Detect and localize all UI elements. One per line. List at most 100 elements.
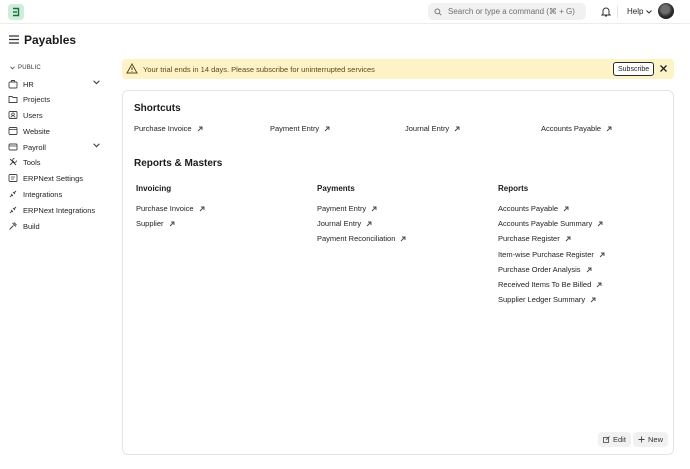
warning-icon <box>126 63 138 74</box>
notification-bell-icon[interactable] <box>601 6 611 17</box>
link-label: Payment Reconciliation <box>317 234 396 243</box>
plus-icon <box>638 436 645 443</box>
new-button[interactable]: New <box>633 432 669 447</box>
link-label: Accounts Payable Summary <box>498 219 593 228</box>
sidebar-item-label: Users <box>23 110 43 120</box>
link-label: Purchase Order Analysis <box>498 265 581 274</box>
column-title-invoicing: Invoicing <box>136 184 172 193</box>
link-label: Payment Entry <box>317 204 367 213</box>
reports-masters-title: Reports & Masters <box>134 158 223 169</box>
tools-icon <box>8 157 18 167</box>
user-avatar[interactable] <box>658 3 674 19</box>
sidebar-item-label: Tools <box>23 157 41 167</box>
link-label: Journal Entry <box>317 219 362 228</box>
sidebar-item-build[interactable]: Build <box>8 219 104 233</box>
website-icon <box>8 126 18 136</box>
trial-message: Your trial ends in 14 days. Please subsc… <box>143 65 375 74</box>
link-label: Received Items To Be Billed <box>498 280 592 289</box>
link-accounts-payable-summary[interactable]: Accounts Payable Summary <box>498 219 603 228</box>
shortcut-label: Journal Entry <box>405 124 450 133</box>
sidebar-item-tools[interactable]: Tools <box>8 155 104 169</box>
payroll-icon <box>8 142 18 152</box>
link-payment-reconciliation[interactable]: Payment Reconciliation <box>317 234 406 243</box>
hr-icon <box>8 79 18 89</box>
sidebar-item-hr[interactable]: HR <box>8 77 104 91</box>
app-logo[interactable] <box>8 4 24 20</box>
link-supplier-ledger-summary[interactable]: Supplier Ledger Summary <box>498 295 596 304</box>
chevron-down-icon[interactable] <box>93 143 100 148</box>
logo-mark-icon <box>13 7 20 17</box>
sidebar-item-website[interactable]: Website <box>8 124 104 138</box>
chevron-down-icon <box>10 66 15 70</box>
top-navbar: Search or type a command (⌘ + G) Help <box>0 0 690 24</box>
link-label: Accounts Payable <box>498 204 559 213</box>
chevron-down-icon[interactable] <box>93 80 100 85</box>
integrations-icon <box>8 189 18 199</box>
sidebar-section-public[interactable]: PUBLIC <box>10 65 41 71</box>
edit-label: Edit <box>613 435 626 444</box>
sidebar-item-users[interactable]: Users <box>8 108 104 122</box>
arrow-up-right-icon <box>586 267 591 272</box>
link-received-items-to-be-billed[interactable]: Received Items To Be Billed <box>498 280 602 289</box>
arrow-up-right-icon <box>366 221 372 226</box>
link-accounts-payable[interactable]: Accounts Payable <box>498 204 569 213</box>
sidebar-toggle-icon[interactable] <box>9 35 19 44</box>
sidebar-item-label: Projects <box>23 94 51 104</box>
link-label: Supplier <box>136 219 164 228</box>
arrow-up-right-icon <box>199 206 204 211</box>
help-menu[interactable]: Help <box>627 7 653 16</box>
link-purchase-order-analysis[interactable]: Purchase Order Analysis <box>498 265 592 274</box>
sidebar-item-payroll[interactable]: Payroll <box>8 140 104 154</box>
arrow-up-right-icon <box>597 221 603 226</box>
search-icon <box>434 7 442 16</box>
shortcut-payment-entry[interactable]: Payment Entry <box>270 124 330 133</box>
search-bar[interactable]: Search or type a command (⌘ + G) <box>428 3 586 20</box>
new-label: New <box>648 435 664 444</box>
link-purchase-register[interactable]: Purchase Register <box>498 234 571 243</box>
sidebar-item-erpnext-settings[interactable]: ERPNext Settings <box>8 171 104 185</box>
link-label: Item-wise Purchase Register <box>498 250 594 259</box>
users-icon <box>8 110 18 120</box>
sidebar-item-label: ERPNext Integrations <box>23 205 96 215</box>
trial-banner: Your trial ends in 14 days. Please subsc… <box>122 59 674 79</box>
column-title-reports: Reports <box>498 184 529 193</box>
arrow-up-right-icon <box>590 297 596 302</box>
link-item-wise-purchase-register[interactable]: Item-wise Purchase Register <box>498 250 605 259</box>
sidebar-item-erpnext-integrations[interactable]: ERPNext Integrations <box>8 203 104 217</box>
sidebar-item-label: Payroll <box>23 142 46 152</box>
shortcut-label: Payment Entry <box>270 124 320 133</box>
arrow-up-right-icon <box>401 236 406 241</box>
link-label: Purchase Register <box>498 234 560 243</box>
edit-icon <box>603 436 610 443</box>
shortcut-accounts-payable[interactable]: Accounts Payable <box>541 124 612 133</box>
sidebar-section-label: PUBLIC <box>18 65 41 71</box>
link-label: Supplier Ledger Summary <box>498 295 586 304</box>
arrow-up-right-icon <box>563 206 569 211</box>
sidebar-item-label: Integrations <box>23 189 63 199</box>
shortcut-label: Accounts Payable <box>541 124 602 133</box>
arrow-up-right-icon <box>197 126 202 131</box>
arrow-up-right-icon <box>454 126 460 131</box>
shortcut-purchase-invoice[interactable]: Purchase Invoice <box>134 124 203 133</box>
edit-button[interactable]: Edit <box>598 432 631 447</box>
close-icon[interactable] <box>659 64 668 73</box>
help-label: Help <box>627 7 644 16</box>
link-payment-entry[interactable]: Payment Entry <box>317 204 377 213</box>
arrow-up-right-icon <box>599 252 605 257</box>
sidebar-item-integrations[interactable]: Integrations <box>8 187 104 201</box>
shortcut-journal-entry[interactable]: Journal Entry <box>405 124 460 133</box>
subscribe-button[interactable]: Subscribe <box>613 62 655 76</box>
search-placeholder: Search or type a command (⌘ + G) <box>448 7 575 16</box>
page-title: Payables <box>24 33 77 47</box>
arrow-up-right-icon <box>596 282 602 287</box>
shortcuts-title: Shortcuts <box>134 103 181 114</box>
settings-icon <box>8 173 18 183</box>
sidebar-item-label: Website <box>23 126 50 136</box>
sidebar-item-projects[interactable]: Projects <box>8 92 104 106</box>
folder-icon <box>8 94 18 104</box>
build-icon <box>8 221 18 231</box>
link-purchase-invoice[interactable]: Purchase Invoice <box>136 204 205 213</box>
link-supplier[interactable]: Supplier <box>136 219 175 228</box>
link-journal-entry[interactable]: Journal Entry <box>317 219 372 228</box>
navbar-divider <box>617 6 618 18</box>
